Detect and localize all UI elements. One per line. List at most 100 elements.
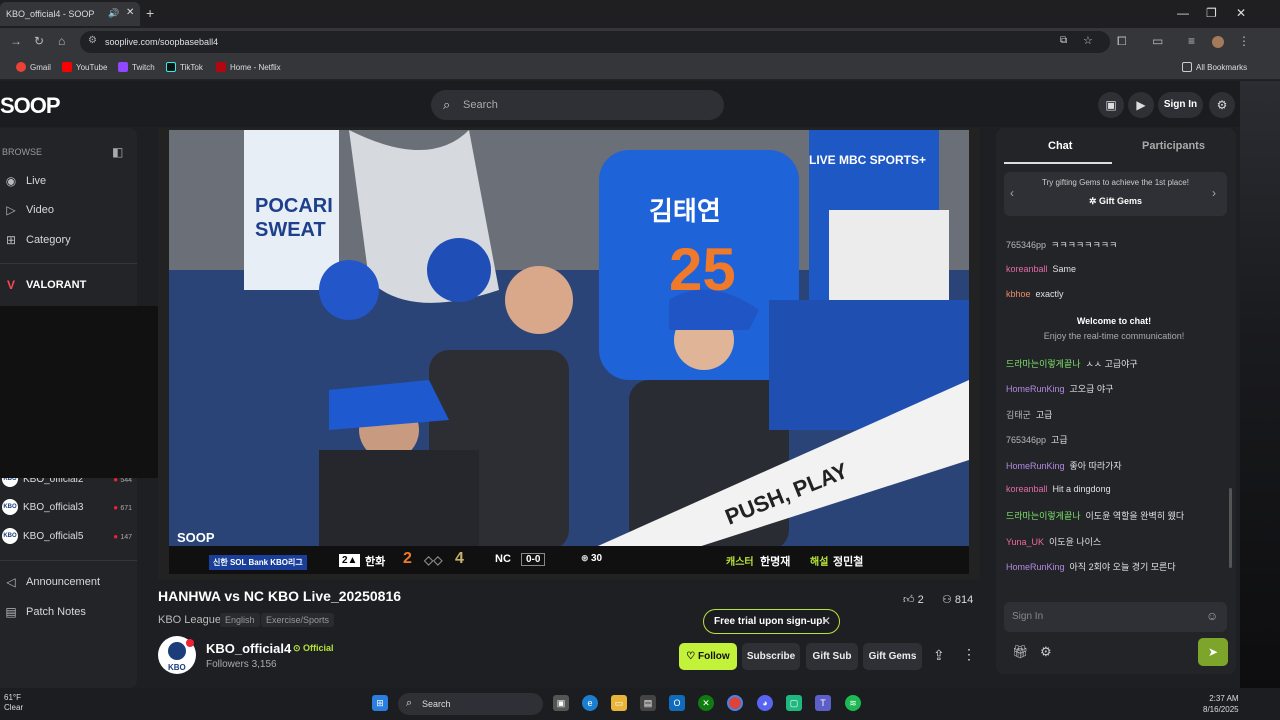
- chrome-icon[interactable]: [727, 695, 743, 711]
- chat-input[interactable]: Sign In ☺: [1004, 602, 1227, 632]
- bookmark-tiktok[interactable]: TikTok: [166, 62, 203, 72]
- free-trial-tooltip[interactable]: Free trial upon sign-up! ✕: [703, 609, 840, 634]
- bookmark-netflix[interactable]: Home - Netflix: [216, 62, 281, 72]
- bookmark-twitch[interactable]: Twitch: [118, 62, 155, 72]
- chat-message: HomeRunKing 좋아 따라가자: [1006, 459, 1122, 472]
- profile-avatar[interactable]: [1212, 36, 1224, 48]
- tab-chat[interactable]: Chat: [1048, 140, 1072, 152]
- channel-name[interactable]: KBO_official4: [206, 641, 291, 656]
- sidebar-item-patch-notes[interactable]: ▤ Patch Notes: [4, 605, 86, 619]
- jersey-name-text: 김태연: [649, 197, 721, 227]
- chat-username[interactable]: HomeRunKing: [1006, 461, 1065, 471]
- soop-logo[interactable]: SOOP: [0, 93, 61, 119]
- forward-icon[interactable]: →: [10, 34, 22, 48]
- sidebar-item-category[interactable]: ⊞ Category: [4, 233, 71, 247]
- speaker-icon[interactable]: 🔊: [108, 8, 119, 19]
- close-tab-icon[interactable]: ✕: [126, 7, 134, 18]
- discord-icon[interactable]: ◕: [757, 695, 773, 711]
- chat-username[interactable]: 드라마는이렇게끝나: [1006, 511, 1081, 521]
- url-text[interactable]: sooplive.com/soopbaseball4: [105, 37, 218, 47]
- close-tooltip-icon[interactable]: ✕: [821, 614, 831, 628]
- svg-text:KBO: KBO: [168, 663, 186, 672]
- home-icon[interactable]: ⌂: [58, 34, 65, 48]
- site-info-icon[interactable]: ⚙: [88, 35, 97, 46]
- media-controls-icon[interactable]: ≡: [1188, 34, 1195, 48]
- channel-item[interactable]: KBO KBO_official5 ● 147: [2, 528, 132, 544]
- outlook-icon[interactable]: O: [669, 695, 685, 711]
- chat-username[interactable]: HomeRunKing: [1006, 384, 1065, 394]
- settings-gear-icon[interactable]: ⚙: [1209, 92, 1235, 118]
- spotify-icon[interactable]: ≋: [845, 695, 861, 711]
- teams-icon[interactable]: T: [815, 695, 831, 711]
- extensions-icon[interactable]: ⧠: [1117, 34, 1127, 49]
- video-frame[interactable]: POCARI SWEAT 김태연 25 LIVE MBC SPORTS+ PUS…: [169, 130, 969, 550]
- likes-button[interactable]: 👍︎ 2: [903, 593, 924, 606]
- tag-sports[interactable]: Exercise/Sports: [261, 613, 335, 627]
- gift-gems-button[interactable]: Gift Gems: [863, 643, 922, 670]
- soop-watermark: SOOP: [177, 530, 215, 545]
- subscribe-button[interactable]: Subscribe: [742, 643, 800, 670]
- app-icon[interactable]: ▢: [786, 695, 802, 711]
- sidebar-item-video[interactable]: ▷ Video: [4, 203, 54, 217]
- maximize-icon[interactable]: ❐: [1206, 6, 1217, 20]
- chat-scrollbar[interactable]: [1229, 488, 1232, 568]
- sidebar-item-announcement[interactable]: ◁ Announcement: [4, 575, 100, 589]
- channel-avatar[interactable]: KBO: [158, 636, 196, 674]
- bookmark-gmail[interactable]: Gmail: [16, 62, 51, 72]
- send-button[interactable]: ➤: [1198, 638, 1228, 666]
- chat-username[interactable]: 765346pp: [1006, 435, 1046, 445]
- chrome-menu-icon[interactable]: ⋮: [1238, 34, 1250, 48]
- chevron-right-icon[interactable]: ›: [1212, 186, 1216, 200]
- reload-icon[interactable]: ↻: [34, 34, 44, 48]
- stream-category[interactable]: KBO League: [158, 614, 221, 626]
- gift-sub-button[interactable]: Gift Sub: [806, 643, 858, 670]
- chat-username[interactable]: 765346pp: [1006, 240, 1046, 250]
- bases-icon: ◇◇: [424, 553, 443, 567]
- channel-item[interactable]: KBO KBO_official3 ● 671: [2, 499, 132, 515]
- sign-in-button[interactable]: Sign In: [1158, 92, 1203, 118]
- chat-settings-icon[interactable]: ⚙: [1040, 644, 1052, 660]
- collapse-sidebar-icon[interactable]: ◧: [112, 145, 123, 159]
- share-icon[interactable]: ⇪: [933, 647, 945, 664]
- taskbar-search[interactable]: ⌕ Search: [398, 693, 543, 715]
- windows-start-icon[interactable]: ⊞: [372, 695, 388, 711]
- chat-username[interactable]: koreanball: [1006, 484, 1048, 494]
- chat-username[interactable]: HomeRunKing: [1006, 562, 1065, 572]
- tag-english[interactable]: English: [220, 613, 260, 627]
- send-icon: ➤: [1207, 645, 1219, 659]
- new-tab-icon[interactable]: +: [146, 5, 154, 21]
- xbox-icon[interactable]: ✕: [698, 695, 714, 711]
- broadcast-icon[interactable]: ▣: [1098, 92, 1124, 118]
- address-bar[interactable]: ⚙ sooplive.com/soopbaseball4 ⧉ ☆: [80, 31, 1110, 53]
- task-view-icon[interactable]: ▣: [553, 695, 569, 711]
- chat-username[interactable]: 드라마는이렇게끝나: [1006, 359, 1081, 369]
- chat-username[interactable]: koreanball: [1006, 264, 1048, 274]
- sidebar-item-live[interactable]: ◉ Live: [4, 174, 46, 188]
- play-icon[interactable]: ▶: [1128, 92, 1154, 118]
- system-clock[interactable]: 2:37 AM 8/16/2025: [1203, 693, 1239, 715]
- install-app-icon[interactable]: ⧉: [1060, 35, 1067, 46]
- store-icon[interactable]: ▤: [640, 695, 656, 711]
- bookmark-youtube[interactable]: YouTube: [62, 62, 107, 72]
- search-input[interactable]: ⌕ Search: [431, 90, 724, 120]
- more-options-icon[interactable]: ⋮: [962, 646, 976, 663]
- weather-widget[interactable]: 61°F Clear: [4, 693, 23, 713]
- gift-gems-link[interactable]: ✲ Gift Gems: [1004, 196, 1227, 207]
- minimize-icon[interactable]: —: [1177, 6, 1189, 20]
- side-panel-icon[interactable]: ▭: [1152, 34, 1163, 48]
- sidebar-item-valorant[interactable]: V VALORANT: [4, 278, 86, 292]
- tab-participants[interactable]: Participants: [1142, 140, 1205, 152]
- chat-username[interactable]: kbhoe: [1006, 289, 1031, 299]
- follow-button[interactable]: ♡ Follow: [679, 643, 737, 670]
- emoji-icon[interactable]: ☺: [1206, 609, 1218, 623]
- browser-tab[interactable]: KBO_official4 - SOOP 🔊 ✕: [0, 2, 140, 26]
- bookmark-star-icon[interactable]: ☆: [1083, 34, 1093, 47]
- chat-username[interactable]: 김태군: [1006, 410, 1031, 420]
- video-player[interactable]: POCARI SWEAT 김태연 25 LIVE MBC SPORTS+ PUS…: [158, 128, 980, 580]
- chat-username[interactable]: Yuna_UK: [1006, 537, 1044, 547]
- file-explorer-icon[interactable]: ▭: [611, 695, 627, 711]
- window-close-icon[interactable]: ✕: [1236, 6, 1246, 20]
- edge-icon[interactable]: e: [582, 695, 598, 711]
- gift-icon[interactable]: 🎁︎: [1012, 644, 1029, 660]
- all-bookmarks[interactable]: All Bookmarks: [1182, 62, 1247, 72]
